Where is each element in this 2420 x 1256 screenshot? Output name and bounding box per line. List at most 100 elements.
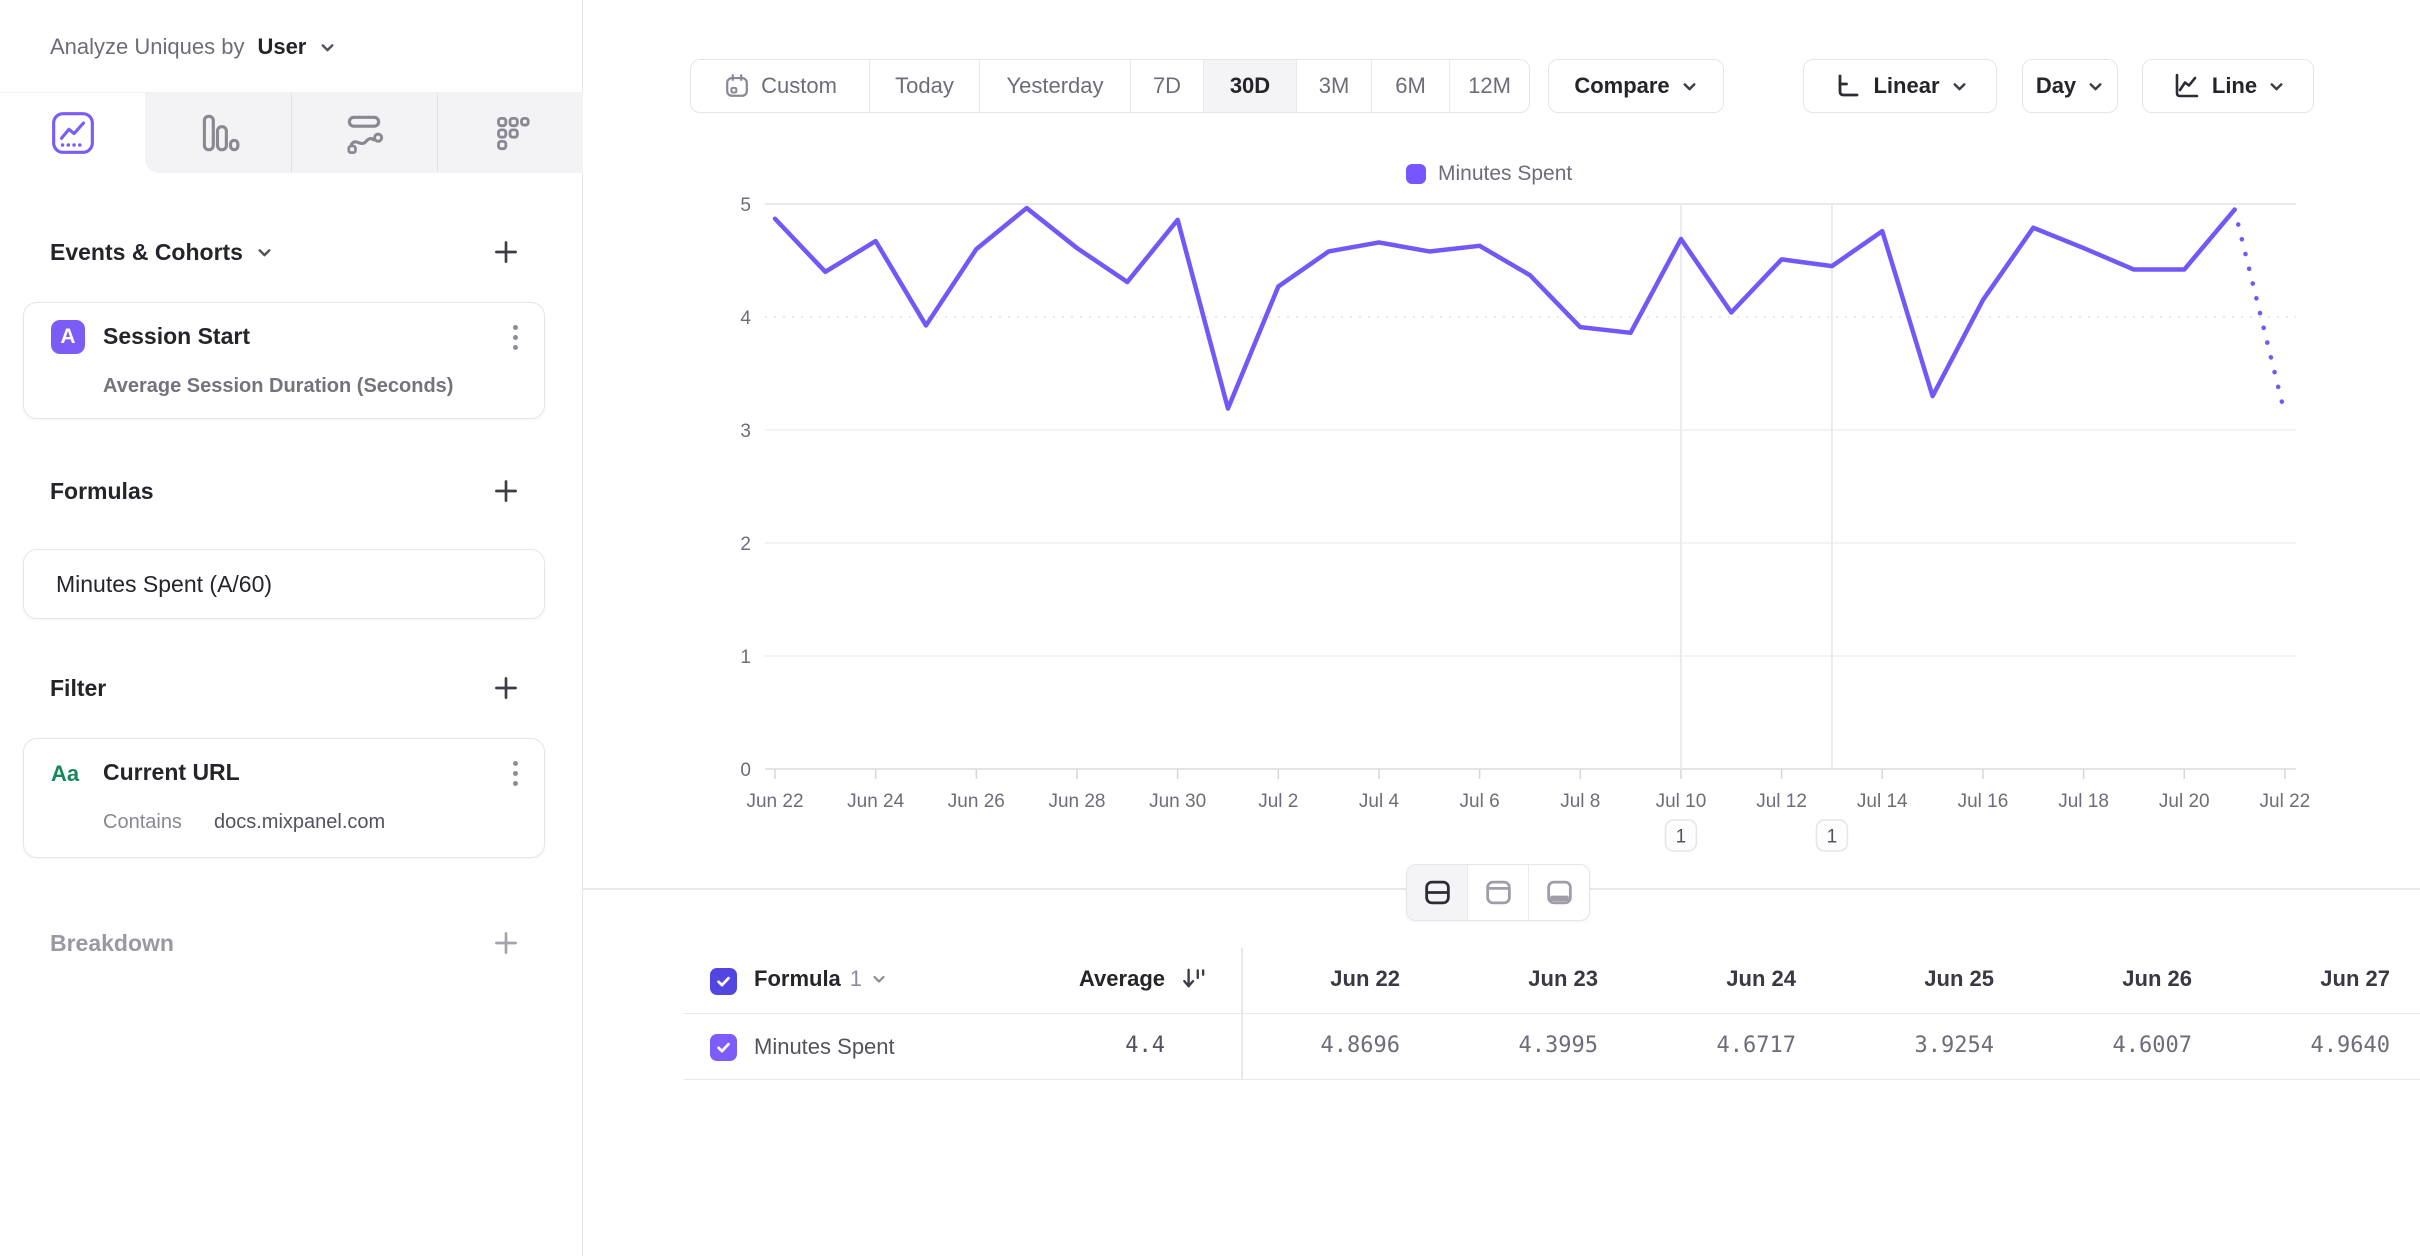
y-axis-tick-label: 3 [740,421,751,442]
view-table-only-button[interactable] [1528,865,1589,920]
check-icon [715,973,732,990]
breakdown-header: Breakdown [50,921,174,965]
date-column-header[interactable]: Jun 24 [1620,966,1796,992]
chart-type-label: Line [2212,73,2257,99]
range-option-custom[interactable]: Custom [691,60,869,112]
chevron-down-icon[interactable] [256,244,273,261]
series-value-cell: 4.6007 [2016,1033,2192,1058]
chevron-down-icon [871,971,887,987]
filter-operator[interactable]: Contains [103,811,182,834]
x-axis-tick-label: Jul 18 [2058,791,2109,812]
event-kebab-menu[interactable] [510,325,520,350]
range-option-7d[interactable]: 7D [1130,60,1203,112]
y-axis-tick-label: 4 [740,308,751,329]
x-axis-tick-label: Jun 26 [948,791,1005,812]
event-card-session-start[interactable]: A Session Start Average Session Duration… [23,302,545,419]
average-value: 4.4 [963,1033,1165,1058]
formula-name: Formula [754,966,841,992]
chevron-down-icon [1681,78,1698,95]
annotation-count-label: 1 [1676,827,1687,848]
range-option-3m[interactable]: 3M [1296,60,1371,112]
formula-header-label[interactable]: Formula 1 [754,966,887,992]
average-column-header[interactable]: Average [963,966,1165,992]
date-column-header[interactable]: Jun 26 [2016,966,2192,992]
y-axis-tick-label: 1 [740,647,751,668]
range-option-label: Yesterday [1006,73,1103,99]
line-chart[interactable]: 012345Jun 22Jun 24Jun 26Jun 28Jun 30Jul … [583,150,2420,885]
date-column-header[interactable]: Jun 27 [2214,966,2390,992]
series-row-checkbox[interactable] [710,1034,737,1061]
chevron-down-icon [319,39,336,56]
date-column-header[interactable]: Jun 23 [1422,966,1598,992]
event-letter-badge: A [51,320,85,354]
filter-value[interactable]: docs.mixpanel.com [214,811,385,834]
view-layout-toggle [1406,864,1590,921]
tab-bar-chart[interactable] [145,93,290,173]
x-axis-tick-label: Jun 24 [847,791,904,812]
x-axis-tick-label: Jul 10 [1656,791,1707,812]
calendar-icon [723,72,751,100]
filter-kebab-menu[interactable] [510,761,520,786]
add-filter-button[interactable] [487,669,525,707]
series-value-cell: 4.9640 [2214,1033,2390,1058]
date-column-header[interactable]: Jun 25 [1818,966,1994,992]
scale-selector-button[interactable]: Linear [1803,59,1997,113]
interval-label: Day [2036,73,2076,99]
event-title[interactable]: Session Start [103,323,250,350]
formula-index: 1 [850,966,862,992]
series-line-projected-segment [2235,210,2285,415]
range-option-label: Custom [761,73,837,99]
x-axis-tick-label: Jun 28 [1048,791,1105,812]
annotation-count-label: 1 [1827,827,1838,848]
sort-icon[interactable] [1180,965,1208,993]
series-row-label[interactable]: Minutes Spent [754,1034,895,1060]
add-event-button[interactable] [487,233,525,271]
tab-metrics-grid[interactable] [437,93,583,173]
filter-card-current-url[interactable]: Aa Current URL Contains docs.mixpanel.co… [23,738,545,858]
formulas-title: Formulas [50,478,154,505]
linear-scale-icon [1832,71,1862,101]
x-axis-tick-label: Jul 8 [1560,791,1600,812]
plus-icon [490,236,522,268]
analyze-uniques-value[interactable]: User [257,34,306,60]
filter-property-name[interactable]: Current URL [103,759,240,786]
date-column-header[interactable]: Jun 22 [1224,966,1400,992]
analyze-uniques-label: Analyze Uniques by [50,34,244,60]
range-option-label: 12M [1468,73,1511,99]
view-chart-only-button[interactable] [1467,865,1528,920]
formula-expression[interactable]: Minutes Spent (A/60) [56,550,272,618]
filter-title: Filter [50,675,106,702]
filter-header: Filter [50,666,106,710]
range-option-yesterday[interactable]: Yesterday [979,60,1130,112]
plus-icon [490,672,522,704]
report-main-panel: Custom Today Yesterday 7D 30D 3M 6M 12M Compare… [583,0,2420,1256]
line-chart-tab-icon [50,110,96,156]
formula-group-checkbox[interactable] [710,968,737,995]
event-aggregation[interactable]: Average Session Duration (Seconds) [103,375,453,398]
view-split-button[interactable] [1407,865,1467,920]
range-option-6m[interactable]: 6M [1371,60,1449,112]
range-option-label: 6M [1395,73,1426,99]
tab-line-chart[interactable] [0,93,145,173]
add-breakdown-button[interactable] [487,924,525,962]
compare-button[interactable]: Compare [1548,59,1724,113]
series-line-minutes-spent[interactable] [775,208,2235,408]
query-builder-sidebar: Analyze Uniques by User [0,0,583,1256]
series-value-cell: 4.6717 [1620,1033,1796,1058]
range-option-label: 30D [1230,73,1270,99]
x-axis-tick-label: Jul 20 [2159,791,2210,812]
range-option-30d[interactable]: 30D [1203,60,1296,112]
plus-icon [490,927,522,959]
interval-selector-button[interactable]: Day [2022,59,2118,113]
x-axis-tick-label: Jun 30 [1149,791,1206,812]
insights-report-page: Analyze Uniques by User [0,0,2420,1256]
range-option-12m[interactable]: 12M [1449,60,1529,112]
formula-card[interactable]: Minutes Spent (A/60) [23,549,545,619]
tab-flows[interactable] [291,93,437,173]
visualization-tabstrip [0,92,583,173]
add-formula-button[interactable] [487,472,525,510]
range-option-today[interactable]: Today [869,60,979,112]
table-data-row: Minutes Spent 4.4 4.86964.39954.67173.92… [684,1014,2420,1080]
chevron-down-icon [2268,78,2285,95]
chart-type-button[interactable]: Line [2142,59,2314,113]
